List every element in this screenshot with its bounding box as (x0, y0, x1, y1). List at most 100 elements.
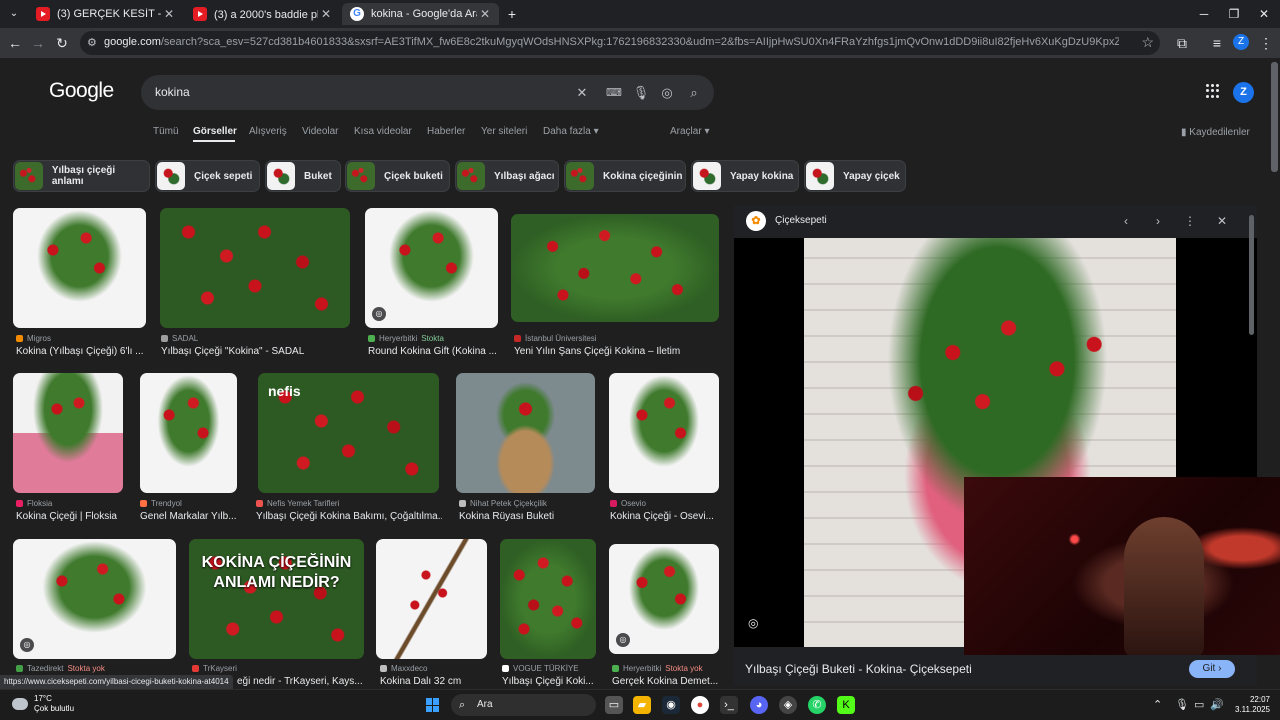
chip-kokina-ciceginin[interactable]: Kokina çiçeğinin (564, 160, 686, 192)
google-account-avatar[interactable]: Z (1233, 82, 1254, 103)
terminal-icon[interactable]: ›_ (720, 696, 738, 714)
tab-gercek-kesit[interactable]: (3) GERÇEK KESİT - SALINCAK - ✕ (28, 3, 183, 25)
chip-yapay-cicek[interactable]: Yapay çiçek (804, 160, 906, 192)
result-image[interactable] (140, 373, 237, 493)
tab-kokina-search[interactable]: G kokina - Google'da Ara ✕ (342, 3, 499, 25)
file-explorer-icon[interactable]: ▰ (633, 696, 651, 714)
tab-all[interactable]: Tümü (153, 126, 179, 137)
search-input[interactable]: kokina ✕ ⌨ 🎙 ◎ ⌕ (141, 75, 714, 110)
clear-search-icon[interactable]: ✕ (572, 83, 592, 103)
site-info-icon[interactable]: ⚙ (87, 36, 97, 49)
google-apps-icon[interactable] (1206, 84, 1220, 98)
result-title[interactable]: Kokina Rüyası Buketi (459, 511, 595, 522)
tab-search-icon[interactable]: ⌄ (4, 4, 24, 24)
more-options-icon[interactable]: ⋮ (1181, 212, 1199, 230)
result-image[interactable] (160, 208, 350, 328)
browser-menu-icon[interactable]: ⋮ (1256, 33, 1276, 53)
start-icon[interactable] (426, 698, 440, 712)
chip-cicek-buketi[interactable]: Çiçek buketi (345, 160, 450, 192)
tab-shopping[interactable]: Alışveriş (249, 126, 287, 137)
tools-button[interactable]: Araçlar ▾ (670, 126, 709, 137)
extensions-icon[interactable]: ⧉ (1172, 33, 1192, 53)
tab-more[interactable]: Daha fazla ▾ (543, 126, 599, 137)
result-title[interactable]: Kokina Dalı 32 cm (380, 676, 490, 687)
result-image[interactable] (456, 373, 595, 493)
result-image[interactable]: ◎ (609, 544, 719, 654)
address-bar[interactable]: ⚙ google.com/search?sca_esv=527cd381b460… (80, 31, 1160, 55)
tab-images[interactable]: Görseller (193, 126, 237, 137)
close-tab-icon[interactable]: ✕ (477, 7, 493, 21)
tab-places[interactable]: Yer siteleri (481, 126, 527, 137)
window-close-icon[interactable]: ✕ (1248, 0, 1280, 28)
result-image[interactable] (376, 539, 487, 659)
app-icon[interactable]: ◈ (779, 696, 797, 714)
close-tab-icon[interactable]: ✕ (318, 7, 334, 21)
tab-baddie-playlist[interactable]: (3) a 2000's baddie playlist ★ y ✕ (185, 3, 340, 25)
result-title[interactable]: Round Kokina Gift (Kokina ... (368, 346, 498, 357)
tab-news[interactable]: Haberler (427, 126, 465, 137)
lens-icon[interactable]: ◎ (20, 638, 34, 652)
result-image[interactable] (500, 539, 596, 659)
result-title[interactable]: Genel Markalar Yılb... (140, 511, 240, 522)
saved-button[interactable]: ▮ Kaydedilenler (1181, 127, 1250, 138)
media-control-icon[interactable]: ≡ (1207, 33, 1227, 53)
network-icon[interactable]: ▭ (1194, 698, 1204, 711)
google-logo[interactable]: Google (49, 79, 114, 103)
result-title[interactable]: eği nedir - TrKayseri, Kays... (237, 676, 362, 687)
visit-button[interactable]: Git › (1189, 660, 1235, 678)
tab-videos[interactable]: Videolar (302, 126, 339, 137)
close-preview-icon[interactable]: ✕ (1213, 212, 1231, 230)
page-scrollbar[interactable] (1271, 62, 1278, 172)
chip-cicek-sepeti[interactable]: Çiçek sepeti (155, 160, 260, 192)
browser-profile-avatar[interactable]: Z (1233, 34, 1249, 50)
clock[interactable]: 22:07 3.11.2025 (1230, 695, 1270, 715)
steam-icon[interactable]: ◉ (662, 696, 680, 714)
result-image[interactable] (609, 373, 719, 493)
tray-chevron-icon[interactable]: ⌃ (1153, 698, 1162, 711)
restore-icon[interactable]: ❐ (1218, 0, 1250, 28)
forward-icon[interactable]: → (28, 33, 48, 53)
tab-short-videos[interactable]: Kısa videolar (354, 126, 412, 137)
lens-icon[interactable]: ◎ (616, 633, 630, 647)
reload-icon[interactable]: ↻ (52, 33, 72, 53)
discord-icon[interactable]: ◕ (750, 696, 768, 714)
previous-icon[interactable]: ‹ (1117, 212, 1135, 230)
result-title[interactable]: Yılbaşı Çiçeği "Kokina" - SADAL (161, 346, 351, 357)
chrome-icon[interactable]: ● (691, 696, 709, 714)
chip-buket[interactable]: Buket (265, 160, 341, 192)
result-title[interactable]: Kokina Çiçeği - Osevi... (610, 511, 720, 522)
search-icon[interactable]: ⌕ (684, 83, 704, 103)
new-tab-button[interactable]: + (502, 4, 522, 24)
result-title[interactable]: Yeni Yılın Şans Çiçeği Kokina – İletim (514, 346, 719, 357)
result-image[interactable] (511, 214, 719, 322)
lens-icon[interactable]: ◎ (657, 83, 677, 103)
result-title[interactable]: Yılbaşı Çiçeği Kokina Bakımı, Çoğaltılma… (256, 511, 442, 522)
chip-yapay-kokina[interactable]: Yapay kokina (691, 160, 799, 192)
preview-site-name[interactable]: Çiçeksepeti (775, 215, 827, 226)
keyboard-icon[interactable]: ⌨ (604, 83, 624, 103)
bookmark-star-icon[interactable]: ☆ (1141, 34, 1154, 51)
result-title[interactable]: Kokina Çiçeği | Floksia (16, 511, 134, 522)
chip-yilbasi-cicegi-anlami[interactable]: Yılbaşı çiçeği anlamı (13, 160, 150, 192)
taskbar-search[interactable]: ⌕ Ara (451, 694, 596, 716)
result-title[interactable]: Kokina (Yılbaşı Çiçeği) 6'lı ... (16, 346, 146, 357)
result-image[interactable]: ◎ (13, 539, 176, 659)
preview-scrollbar[interactable] (1249, 215, 1254, 335)
volume-icon[interactable]: 🔊 (1210, 698, 1224, 711)
chip-yilbasi-agaci[interactable]: Yılbaşı ağacı (455, 160, 559, 192)
result-image[interactable]: nefis (258, 373, 439, 493)
result-title[interactable]: Yılbaşı Çiçeği Koki... (502, 676, 597, 687)
lens-icon[interactable]: ◎ (372, 307, 386, 321)
microphone-icon[interactable]: 🎙 (631, 83, 651, 103)
preview-title[interactable]: Yılbaşı Çiçeği Buketi - Kokina- Çiçeksep… (745, 662, 972, 676)
result-image[interactable]: ◎ (365, 208, 498, 328)
weather-widget[interactable]: 17°C Çok bulutlu (12, 694, 74, 714)
result-image[interactable]: KOKİNA ÇİÇEĞİNİN ANLAMI NEDİR? (189, 539, 364, 659)
result-image[interactable] (13, 373, 123, 493)
back-icon[interactable]: ← (5, 33, 25, 53)
result-image[interactable] (13, 208, 146, 328)
microphone-tray-icon[interactable]: 🎙 (1175, 698, 1189, 711)
minimize-icon[interactable]: ─ (1188, 0, 1220, 28)
lens-search-icon[interactable]: ◎ (748, 616, 758, 630)
result-title[interactable]: Gerçek Kokina Demet... (612, 676, 720, 687)
